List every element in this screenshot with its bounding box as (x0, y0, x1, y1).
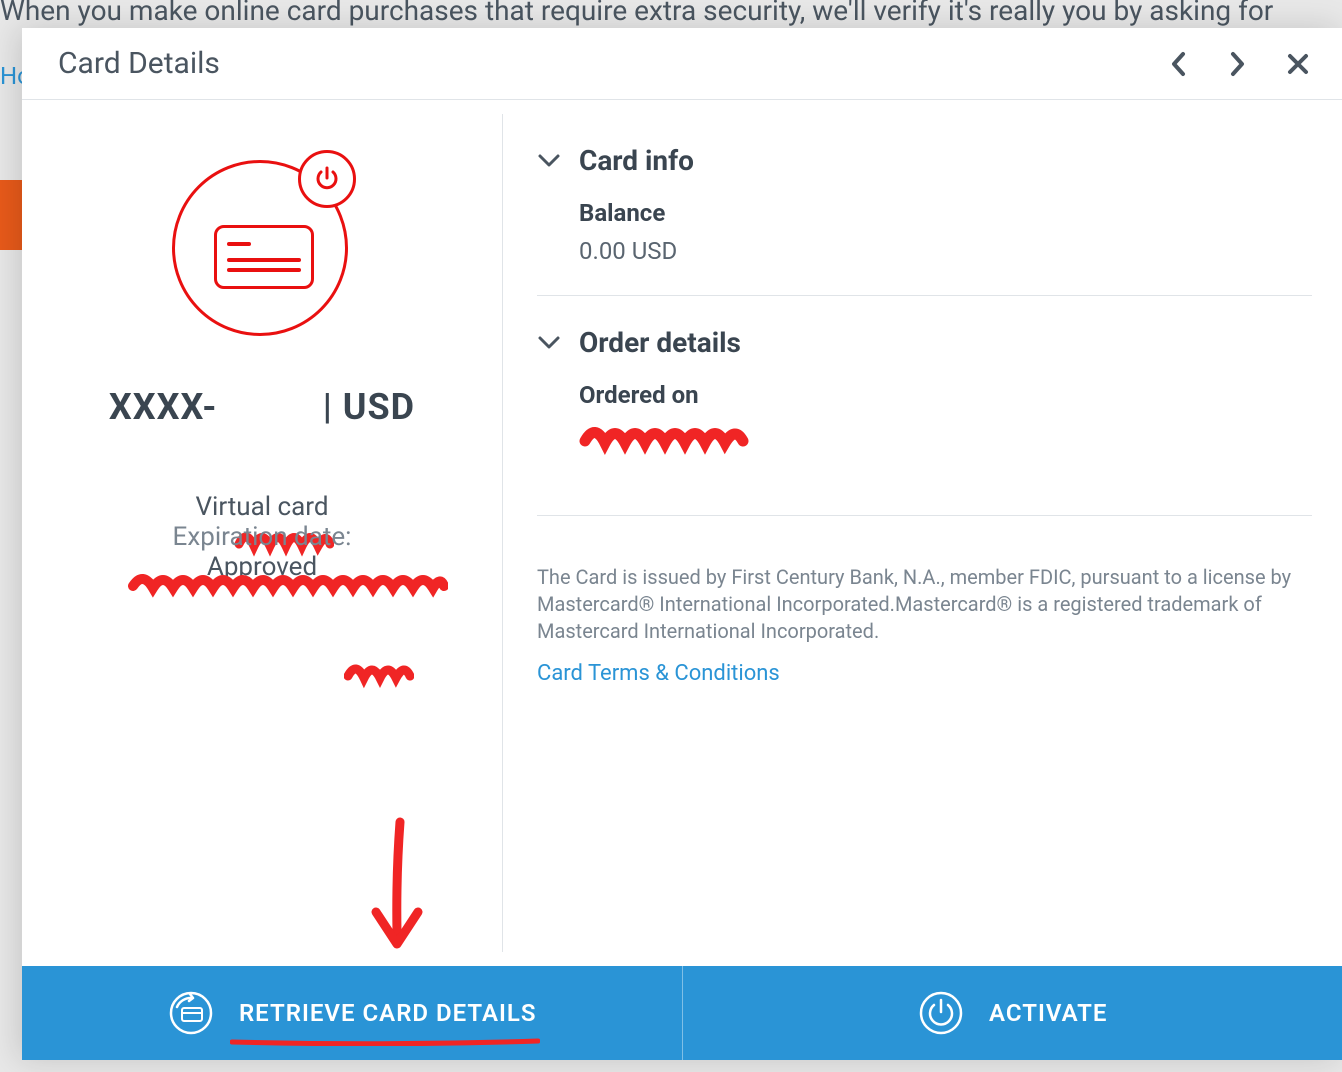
close-button[interactable] (1284, 50, 1312, 78)
redaction-scribble-ordered-date (579, 419, 749, 461)
card-expiration-label: Expiration date: (173, 522, 352, 552)
refresh-card-icon (167, 989, 215, 1037)
power-badge (298, 150, 356, 208)
balance-label: Balance (579, 199, 1312, 227)
activate-label: ACTIVATE (989, 999, 1107, 1027)
card-details-modal: Card Details XXXX-XXXX | USD (22, 28, 1342, 1060)
card-graphic (162, 150, 362, 350)
power-outline-icon (917, 989, 965, 1037)
card-info-section-header[interactable]: Card info (537, 144, 1312, 177)
order-details-section-header[interactable]: Order details (537, 326, 1312, 359)
terms-link[interactable]: Card Terms & Conditions (537, 661, 780, 686)
close-icon (1286, 52, 1310, 76)
chevron-down-icon (537, 149, 561, 173)
modal-nav-controls (1164, 50, 1312, 78)
power-icon (313, 165, 341, 193)
card-details-panel: Card info Balance 0.00 USD Order details… (502, 114, 1342, 952)
legal-text: The Card is issued by First Century Bank… (537, 564, 1312, 645)
card-number-masked: XXXX- (109, 386, 217, 428)
modal-title: Card Details (58, 46, 1164, 81)
chevron-right-icon (1229, 50, 1247, 78)
card-icon (214, 225, 314, 289)
background-text: When you make online card purchases that… (0, 0, 1342, 27)
arrow-annotation (362, 816, 432, 956)
card-summary-panel: XXXX-XXXX | USD Virtual card Expiration … (22, 100, 502, 966)
background-orange-accent (0, 180, 22, 250)
chevron-left-icon (1169, 50, 1187, 78)
prev-button[interactable] (1164, 50, 1192, 78)
modal-header: Card Details (22, 28, 1342, 100)
order-details-title: Order details (579, 326, 741, 359)
card-type: Virtual card (195, 492, 328, 522)
next-button[interactable] (1224, 50, 1252, 78)
activate-button[interactable]: ACTIVATE (683, 966, 1342, 1060)
card-info-title: Card info (579, 144, 694, 177)
retrieve-label: RETRIEVE CARD DETAILS (239, 999, 537, 1027)
card-number: XXXX-XXXX | USD (109, 386, 415, 428)
modal-body: XXXX-XXXX | USD Virtual card Expiration … (22, 100, 1342, 966)
redaction-scribble-expiration (344, 658, 414, 692)
section-divider (537, 295, 1312, 296)
chevron-down-icon (537, 331, 561, 355)
modal-footer: RETRIEVE CARD DETAILS ACTIVATE (22, 966, 1342, 1060)
balance-value: 0.00 USD (579, 237, 1312, 265)
retrieve-card-details-button[interactable]: RETRIEVE CARD DETAILS (22, 966, 683, 1060)
ordered-on-label: Ordered on (579, 381, 1312, 409)
section-divider (537, 515, 1312, 516)
redaction-scribble-name (128, 568, 448, 602)
card-currency: | USD (313, 386, 415, 428)
underline-annotation (230, 1038, 540, 1046)
